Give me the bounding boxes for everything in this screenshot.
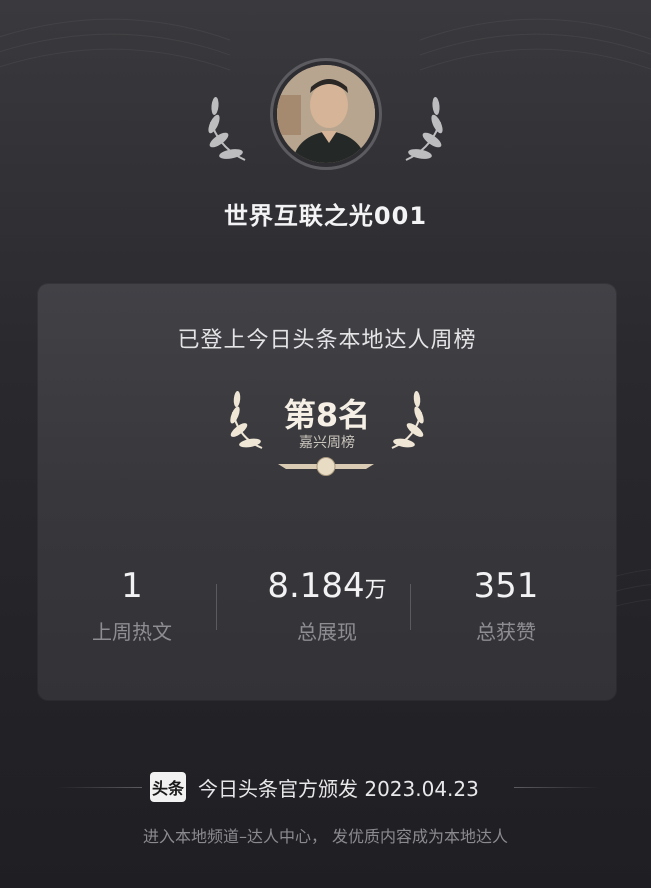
stat-value: 351 <box>473 566 539 606</box>
laurel-left-icon <box>208 97 246 161</box>
stat-total-impressions: 8.184万 总展现 <box>237 566 417 645</box>
rank-title: 第8名 <box>283 396 371 434</box>
stat-value: 8.184 <box>267 566 365 606</box>
toutiao-logo-icon: 头条 <box>150 772 186 802</box>
issuer-row: 头条 今日头条官方颁发 2023.04.23 <box>150 770 479 804</box>
laurel-right-icon <box>405 97 443 161</box>
card-title: 已登上今日头条本地达人周榜 <box>177 328 477 353</box>
avatar-image <box>277 65 375 163</box>
footer-divider-right <box>514 787 600 788</box>
stat-label: 总展现 <box>297 620 357 644</box>
stat-total-likes: 351 总获赞 <box>416 566 596 645</box>
rank-medal-bar-icon <box>278 457 374 476</box>
stat-divider <box>410 584 411 630</box>
avatar-portrait-icon <box>277 65 375 163</box>
footer-tip: 进入本地频道–达人中心， 发优质内容成为本地达人 <box>142 827 509 846</box>
stat-label: 上周热文 <box>92 620 172 644</box>
stat-hot-articles: 1 上周热文 <box>42 566 222 645</box>
username: 世界互联之光001 <box>223 202 428 230</box>
stat-unit: 万 <box>364 578 387 603</box>
stats-row: 1 上周热文 8.184万 总展现 351 总获赞 <box>38 566 616 646</box>
issuer-text: 今日头条官方颁发 2023.04.23 <box>198 776 479 801</box>
ranking-card: 已登上今日头条本地达人周榜 第8名 嘉兴周榜 1 上周热文 8.184万 总展现… <box>38 284 616 700</box>
stat-label: 总获赞 <box>476 620 536 644</box>
stat-divider <box>216 584 217 630</box>
avatar[interactable] <box>270 58 382 170</box>
footer-divider-left <box>56 787 142 788</box>
stat-value: 1 <box>121 566 143 606</box>
rank-subtitle: 嘉兴周榜 <box>299 435 355 451</box>
